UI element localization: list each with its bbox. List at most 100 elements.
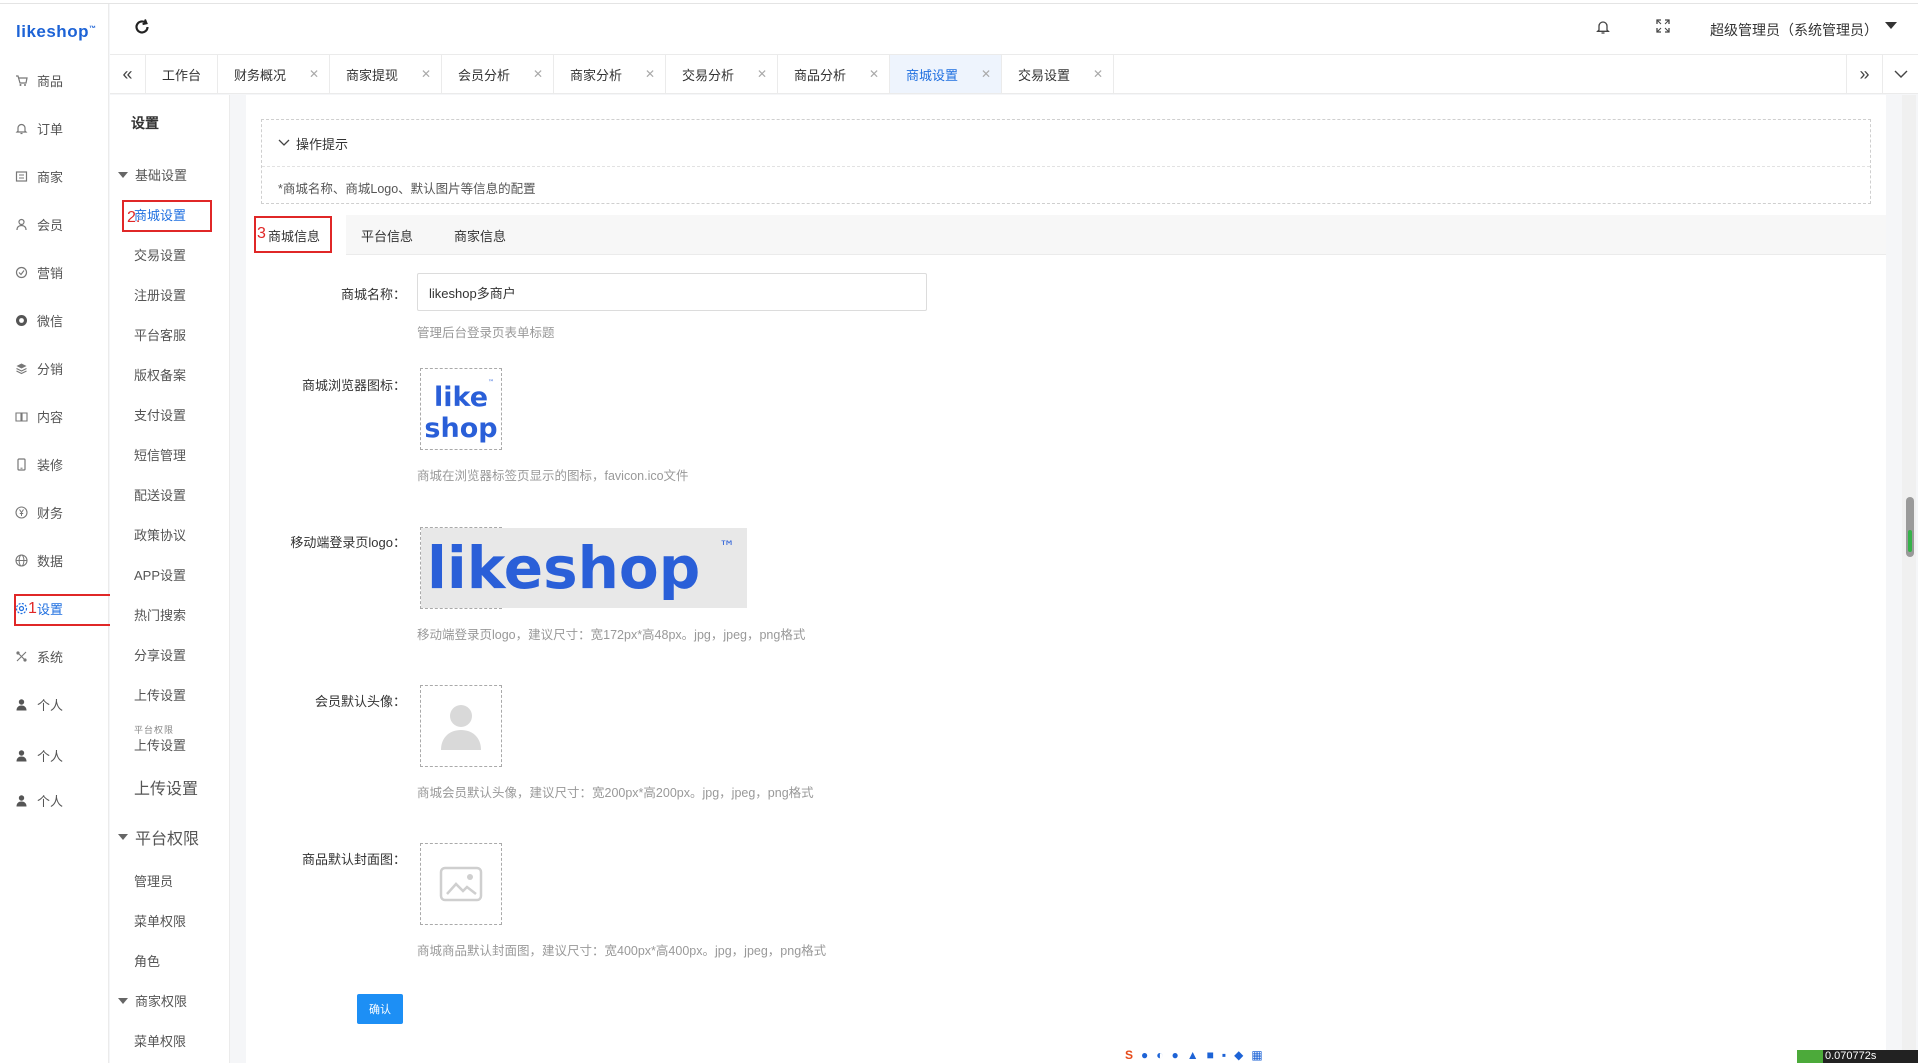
user-icon: [14, 217, 28, 231]
main-content: 操作提示 *商城名称、商城Logo、默认图片等信息的配置 商城信息 平台信息 商…: [246, 95, 1886, 1063]
sidebar-item-label: 个人: [37, 793, 64, 809]
submenu-item-customer-service[interactable]: 平台客服: [134, 325, 186, 344]
sidebar-item-members[interactable]: 会员: [0, 206, 109, 242]
submenu-item-delivery[interactable]: 配送设置: [134, 485, 186, 504]
fullscreen-icon[interactable]: [1655, 18, 1671, 39]
sidebar-item-label: 个人: [37, 748, 64, 764]
tab-mall-settings[interactable]: 商城设置 ✕: [890, 55, 1002, 93]
tab-finance-overview[interactable]: 财务概况 ✕: [218, 55, 330, 93]
sidebar-item-system[interactable]: 系统: [0, 638, 109, 674]
favicon-upload[interactable]: like shop ™: [420, 368, 502, 450]
confirm-button[interactable]: 确认: [357, 994, 403, 1024]
mobile-logo-image: likeshop ™: [421, 528, 747, 608]
submenu-item-policy[interactable]: 政策协议: [134, 525, 186, 544]
tab-merchant-withdraw[interactable]: 商家提现 ✕: [330, 55, 442, 93]
cover-upload[interactable]: [420, 843, 502, 925]
submenu-item-roles[interactable]: 角色: [134, 951, 160, 970]
close-icon[interactable]: ✕: [869, 67, 879, 81]
tips-toggle[interactable]: 操作提示: [278, 134, 348, 153]
sidebar-item-content[interactable]: 内容: [0, 398, 109, 434]
mall-name-input[interactable]: likeshop多商户: [417, 273, 927, 311]
mobile-logo-upload[interactable]: likeshop ™: [420, 527, 747, 609]
tabs-scroll-left-icon[interactable]: «: [110, 55, 146, 93]
sidebar-item-personal[interactable]: 个人: [0, 782, 109, 818]
tray-lang-icon: ●: [1141, 1048, 1149, 1062]
sidebar-item-personal[interactable]: 个人: [0, 686, 109, 722]
tab-workbench[interactable]: 工作台: [146, 55, 218, 93]
submenu-item-merchant-menu-permissions[interactable]: 菜单权限: [134, 1031, 186, 1050]
book-icon: [14, 409, 28, 423]
cover-label: 商品默认封面图：: [301, 852, 406, 867]
caret-down-icon[interactable]: [1885, 22, 1897, 29]
tab-platform-info[interactable]: 平台信息: [347, 215, 427, 255]
close-icon[interactable]: ✕: [981, 67, 991, 81]
svg-text:shop: shop: [424, 413, 497, 444]
submenu-item-share[interactable]: 分享设置: [134, 645, 186, 664]
submenu-group-platform[interactable]: 平台权限: [118, 825, 199, 849]
notification-bell-icon[interactable]: [1595, 19, 1611, 40]
sidebar-item-goods[interactable]: 商品: [0, 62, 109, 98]
submenu-item-trade-settings[interactable]: 交易设置: [134, 245, 186, 264]
submenu-item-hot-search[interactable]: 热门搜索: [134, 605, 186, 624]
sidebar-item-decorate[interactable]: 装修: [0, 446, 109, 482]
sidebar-item-label: 装修: [37, 457, 64, 473]
submenu-item-menu-permissions[interactable]: 菜单权限: [134, 911, 186, 930]
sidebar-item-finance[interactable]: 财务: [0, 494, 109, 530]
close-icon[interactable]: ✕: [421, 67, 431, 81]
submenu-item-upload[interactable]: 上传设置: [134, 685, 186, 704]
submenu-group-basic[interactable]: 基础设置: [118, 165, 187, 184]
tabs-scroll-right-icon[interactable]: »: [1846, 55, 1882, 93]
annotation-number-1: 1: [28, 600, 37, 617]
tab-merchant-analysis[interactable]: 商家分析 ✕: [554, 55, 666, 93]
submenu-item-register-settings[interactable]: 注册设置: [134, 285, 186, 304]
close-icon[interactable]: ✕: [645, 67, 655, 81]
submenu-item-sms[interactable]: 短信管理: [134, 445, 186, 464]
submenu-item-payment[interactable]: 支付设置: [134, 405, 186, 424]
chevron-down-icon: [278, 138, 290, 150]
tab-trade-analysis[interactable]: 交易分析 ✕: [666, 55, 778, 93]
favicon-logo-image: like shop ™: [424, 379, 497, 444]
sidebar-item-orders[interactable]: 订单: [0, 110, 109, 146]
mall-name-label: 商城名称：: [340, 287, 406, 302]
mobile-icon: [14, 457, 28, 471]
tips-divider: [262, 166, 1870, 167]
user-menu[interactable]: 超级管理员（系统管理员）: [1710, 20, 1878, 40]
tips-title: 操作提示: [296, 137, 349, 152]
sidebar-item-merchants[interactable]: 商家: [0, 158, 109, 194]
tab-goods-analysis[interactable]: 商品分析 ✕: [778, 55, 890, 93]
submenu-group-merchant[interactable]: 商家权限: [118, 991, 187, 1010]
tips-text: *商城名称、商城Logo、默认图片等信息的配置: [278, 182, 536, 196]
close-icon[interactable]: ✕: [309, 67, 319, 81]
tab-merchant-info[interactable]: 商家信息: [440, 215, 520, 255]
cover-help: 商城商品默认封面图，建议尺寸：宽400px*高400px。jpg，jpeg，pn…: [417, 944, 827, 958]
close-icon[interactable]: ✕: [757, 67, 767, 81]
tray-moon-icon: ◐: [1156, 1048, 1164, 1062]
close-icon[interactable]: ✕: [1093, 67, 1103, 81]
submenu-item-upload-duplicate-large[interactable]: 上传设置: [134, 775, 198, 799]
avatar-upload[interactable]: [420, 685, 502, 767]
speed-overlay: 0.070772s: [1797, 1050, 1918, 1063]
submenu-title: 设置: [131, 115, 159, 131]
tab-member-analysis[interactable]: 会员分析 ✕: [442, 55, 554, 93]
mobile-logo-help: 移动端登录页logo，建议尺寸：宽172px*高48px。jpg，jpeg，pn…: [417, 628, 806, 642]
annotation-number-2: 2.: [127, 209, 141, 226]
submenu-item-app[interactable]: APP设置: [134, 565, 186, 584]
sidebar-item-wechat[interactable]: 微信: [0, 302, 109, 338]
submenu-item-upload-duplicate[interactable]: 上传设置: [134, 735, 186, 754]
brand-logo[interactable]: likeshop™: [16, 22, 96, 42]
gift-icon: [14, 265, 28, 279]
tabs-menu-chevron-down-icon[interactable]: [1882, 55, 1918, 93]
submenu-item-copyright[interactable]: 版权备案: [134, 365, 186, 384]
sidebar-item-personal[interactable]: 个人: [0, 737, 109, 773]
submenu-item-admins[interactable]: 管理员: [134, 871, 173, 890]
tools-icon: [14, 649, 28, 663]
page-scrollbar[interactable]: [1902, 95, 1916, 1063]
tray-keyboard-icon: ■: [1206, 1048, 1214, 1062]
refresh-icon[interactable]: [132, 17, 154, 39]
sidebar-item-marketing[interactable]: 营销: [0, 254, 109, 290]
close-icon[interactable]: ✕: [533, 67, 543, 81]
sidebar-item-data[interactable]: 数据: [0, 542, 109, 578]
tab-trade-settings[interactable]: 交易设置 ✕: [1002, 55, 1114, 93]
sidebar-item-distribution[interactable]: 分销: [0, 350, 109, 386]
sidebar-item-label: 营销: [37, 265, 64, 281]
